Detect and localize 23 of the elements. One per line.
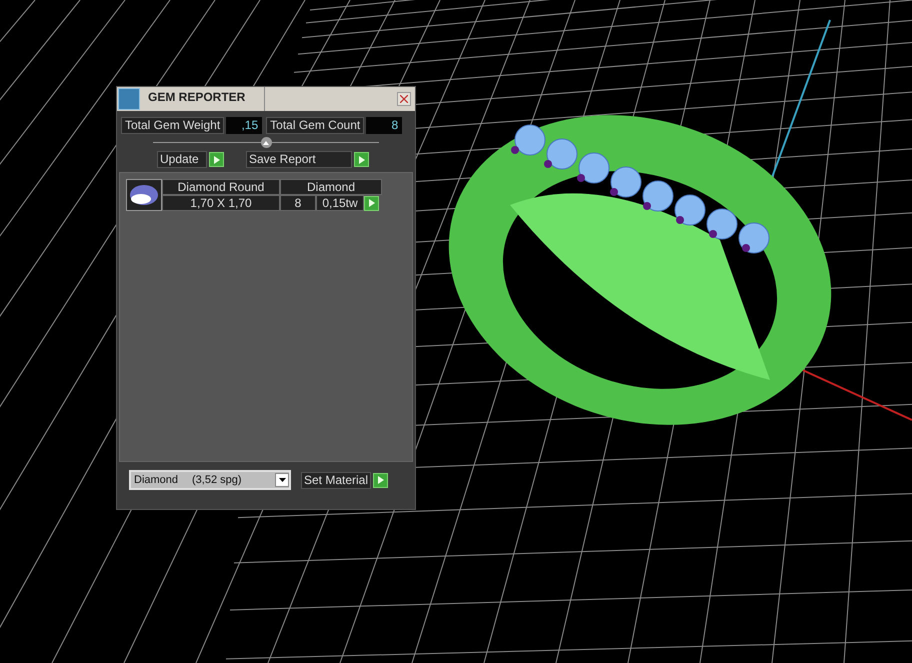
gem-size: 1,70 X 1,70 (162, 195, 280, 211)
gem-app-icon (118, 88, 140, 110)
material-density: (3,52 spg) (192, 472, 243, 488)
summary-label: Total Gem Weight (121, 117, 224, 134)
set-material-button[interactable]: Set Material (301, 472, 372, 488)
gem-name: Diamond Round (162, 179, 280, 195)
summary-value: ,15 (226, 117, 262, 134)
close-icon (400, 95, 408, 103)
close-button[interactable] (397, 92, 411, 106)
report-button[interactable]: Update (157, 151, 207, 168)
play-icon[interactable] (364, 196, 379, 210)
report-button[interactable]: Save Report (246, 151, 352, 168)
material-name: Diamond (134, 472, 180, 488)
summary-value: 8 (366, 117, 402, 134)
gem-thumbnail (126, 179, 162, 211)
gem-count: 8 (280, 195, 316, 211)
gem-weight: 0,15tw (316, 195, 364, 211)
material-dropdown[interactable]: Diamond (3,52 spg) (129, 470, 291, 490)
collapse-icon[interactable] (260, 137, 272, 148)
window-title: GEM REPORTER (148, 89, 246, 106)
gem-material: Diamond (280, 179, 382, 195)
summary-label: Total Gem Count (266, 117, 364, 134)
play-icon[interactable] (373, 472, 388, 488)
